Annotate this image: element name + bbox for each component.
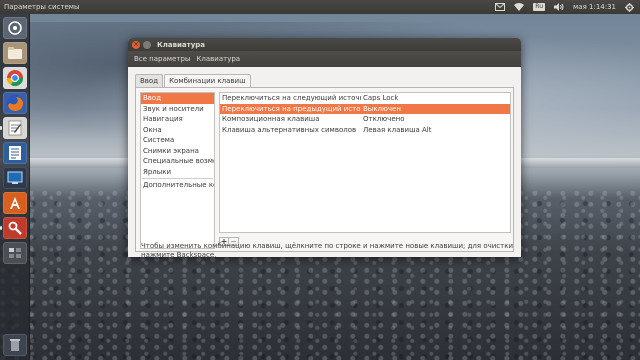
shortcut-accelerator: Caps Lock	[363, 94, 399, 103]
dash-icon[interactable]	[3, 17, 27, 39]
tab-input[interactable]: Ввод	[135, 74, 164, 87]
software-center-icon[interactable]	[3, 192, 27, 214]
files-icon[interactable]	[3, 42, 27, 64]
all-settings-button[interactable]: Все параметры	[134, 55, 190, 63]
shortcut-list: Переключиться на следующий источник Caps…	[219, 92, 511, 233]
category-divider	[142, 178, 213, 179]
shortcut-accelerator: Левая клавиша Alt	[363, 125, 432, 134]
firefox-icon[interactable]	[3, 92, 27, 114]
shortcut-name: Переключиться на предыдущий источник	[222, 104, 361, 113]
window-content: Ввод Комбинации клавиш Ввод Звук и носит…	[128, 67, 521, 257]
shortcut-name: Клавиша альтернативных символов	[222, 125, 357, 134]
active-app-title: Параметры системы	[4, 3, 80, 11]
shortcut-row[interactable]: Клавиша альтернативных символов Левая кл…	[220, 125, 510, 136]
category-item-launchers[interactable]: Ярлыки	[141, 167, 214, 178]
shortcut-name: Композиционная клавиша	[222, 115, 320, 124]
category-item-windows[interactable]: Окна	[141, 125, 214, 136]
category-item-accessibility[interactable]: Специальные возмо...	[141, 156, 214, 167]
writer-icon[interactable]	[3, 142, 27, 164]
session-gear-icon[interactable]	[625, 2, 634, 12]
category-item-input[interactable]: Ввод	[141, 93, 214, 104]
running-indicator	[0, 126, 2, 130]
close-button[interactable]: ×	[132, 40, 140, 49]
category-item-custom[interactable]: Дополнительные ко...	[141, 180, 214, 191]
window-titlebar[interactable]: × Клавиатура	[128, 38, 521, 51]
category-item-sound-media[interactable]: Звук и носители	[141, 104, 214, 115]
workspaces-icon[interactable]	[3, 242, 27, 264]
shortcut-row[interactable]: Композиционная клавиша Отключено	[220, 114, 510, 125]
trash-icon[interactable]	[3, 334, 27, 356]
running-indicator	[0, 226, 2, 230]
screenshot-icon[interactable]	[3, 167, 27, 189]
clock[interactable]: мая 1:14:31	[573, 2, 616, 12]
shortcut-accelerator: Отключено	[363, 115, 405, 124]
category-item-navigation[interactable]: Навигация	[141, 114, 214, 125]
shortcut-row[interactable]: Переключиться на предыдущий источник Вык…	[220, 103, 510, 114]
tab-shortcuts[interactable]: Комбинации клавиш	[164, 74, 251, 87]
text-editor-icon[interactable]	[0, 117, 27, 139]
indicator-area: Ru мая 1:14:31	[495, 2, 634, 12]
window-title: Клавиатура	[157, 40, 205, 49]
shortcut-accelerator: Выключен	[363, 104, 401, 113]
system-settings-icon[interactable]	[0, 217, 27, 239]
wifi-icon[interactable]	[514, 2, 525, 12]
shortcut-category-list: Ввод Звук и носители Навигация Окна Сист…	[140, 92, 215, 249]
top-panel: Параметры системы Ru мая 1:14:31	[0, 0, 640, 14]
tab-bar: Ввод Комбинации клавиш	[135, 74, 251, 87]
breadcrumb-current[interactable]: Клавиатура	[196, 55, 240, 63]
shortcut-hint-text: Чтобы изменить комбинацию клавиш, щёлкни…	[141, 242, 514, 257]
minimize-button[interactable]	[143, 40, 151, 49]
launcher	[0, 14, 30, 360]
shortcut-name: Переключиться на следующий источник	[222, 94, 361, 103]
shortcut-row[interactable]: Переключиться на следующий источник Caps…	[220, 93, 510, 104]
close-icon: ×	[133, 40, 139, 48]
shortcuts-panel: Ввод Звук и носители Навигация Окна Сист…	[135, 87, 514, 252]
category-item-system[interactable]: Система	[141, 135, 214, 146]
category-item-screenshots[interactable]: Снимки экрана	[141, 146, 214, 157]
keyboard-layout-indicator[interactable]: Ru	[533, 2, 545, 12]
keyboard-layout-label: Ru	[533, 3, 545, 11]
settings-toolbar: Все параметры Клавиатура	[128, 51, 521, 67]
chrome-icon[interactable]	[3, 67, 27, 89]
mail-icon[interactable]	[495, 2, 506, 12]
keyboard-settings-window: × Клавиатура Все параметры Клавиатура Вв…	[128, 38, 521, 257]
volume-icon[interactable]	[554, 2, 564, 12]
